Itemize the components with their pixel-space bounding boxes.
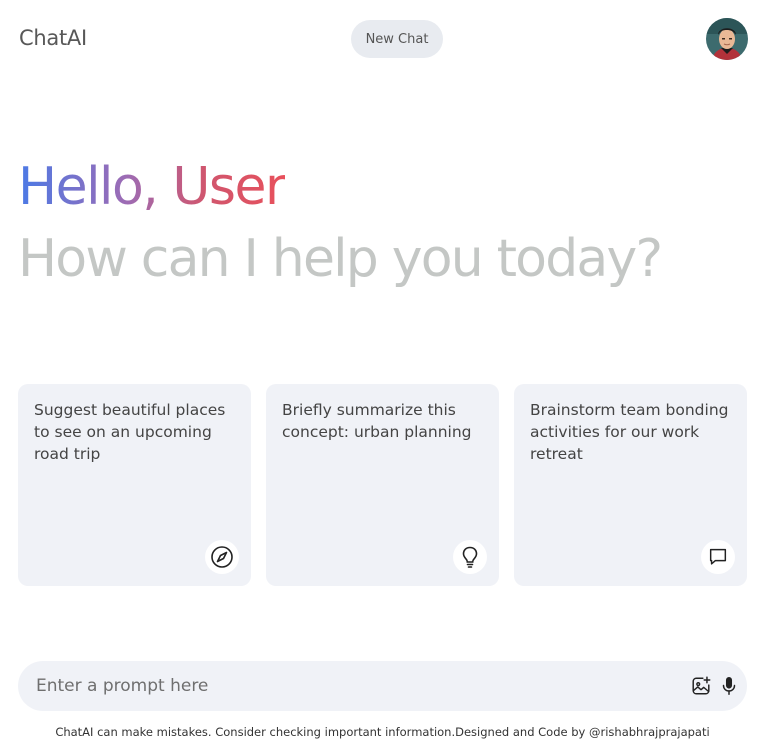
- suggestion-cards: Suggest beautiful places to see on an up…: [18, 384, 747, 586]
- greeting-hello: Hello, User: [18, 157, 286, 217]
- greeting-subtitle: How can I help you today?: [18, 229, 663, 289]
- suggestion-card-road-trip[interactable]: Suggest beautiful places to see on an up…: [18, 384, 251, 586]
- app-logo-text: ChatAI: [19, 26, 87, 50]
- app-root: ChatAI New Chat Hello, User How can I he…: [0, 0, 765, 755]
- disclaimer-footer: ChatAI can make mistakes. Consider check…: [55, 725, 710, 739]
- avatar-image: [706, 18, 748, 60]
- mic-icon[interactable]: [718, 675, 740, 697]
- compass-icon: [205, 540, 239, 574]
- card-text: Suggest beautiful places to see on an up…: [34, 401, 226, 463]
- new-chat-button[interactable]: New Chat: [351, 20, 443, 58]
- greeting-title: Hello, User: [18, 154, 286, 220]
- lightbulb-icon: [453, 540, 487, 574]
- card-text: Brainstorm team bonding activities for o…: [530, 401, 729, 463]
- user-avatar[interactable]: [706, 18, 748, 60]
- prompt-input[interactable]: [36, 661, 656, 711]
- card-text: Briefly summarize this concept: urban pl…: [282, 401, 472, 441]
- suggestion-card-team-bonding[interactable]: Brainstorm team bonding activities for o…: [514, 384, 747, 586]
- add-image-icon[interactable]: [690, 675, 712, 697]
- suggestion-card-urban-planning[interactable]: Briefly summarize this concept: urban pl…: [266, 384, 499, 586]
- prompt-bar: [18, 661, 747, 711]
- message-icon: [701, 540, 735, 574]
